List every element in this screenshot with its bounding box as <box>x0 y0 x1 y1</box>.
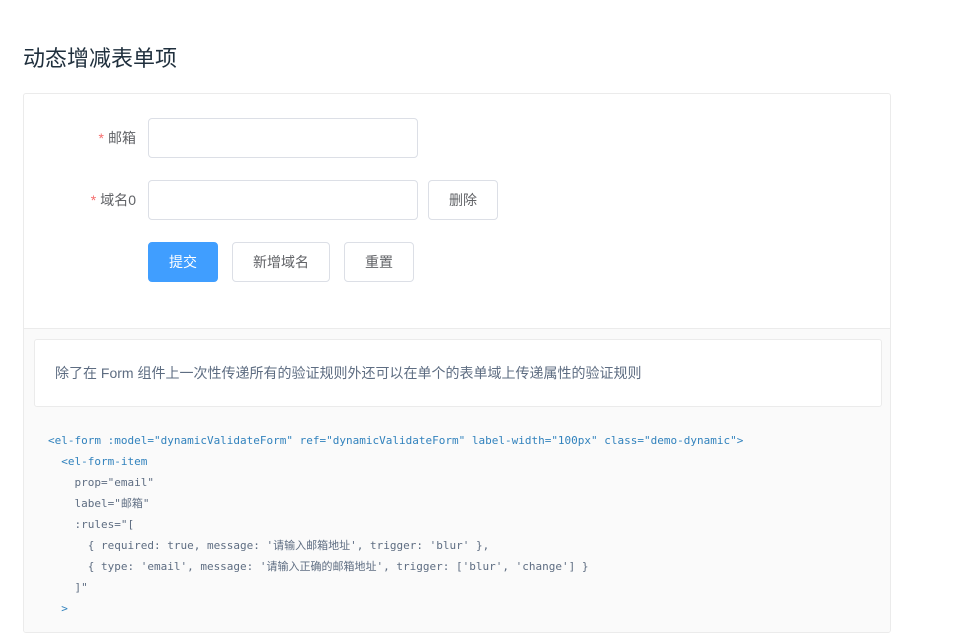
form-actions: 提交 新增域名 重置 <box>24 242 414 282</box>
demo-description: 除了在 Form 组件上一次性传递所有的验证规则外还可以在单个的表单域上传递属性… <box>34 339 882 407</box>
domain-label-text: 域名0 <box>100 192 136 208</box>
email-input[interactable] <box>148 118 418 158</box>
demo-source: * 邮箱 * 域名0 删除 提交 新增域名 重置 <box>24 94 890 329</box>
page-title: 动态增减表单项 <box>23 46 178 71</box>
domain-label: * 域名0 <box>36 180 136 220</box>
delete-domain-button[interactable]: 删除 <box>428 180 498 220</box>
code-line: :rules="[ <box>48 518 135 531</box>
reset-button[interactable]: 重置 <box>344 242 414 282</box>
form-item-domain: * 域名0 删除 <box>24 180 498 220</box>
email-label: * 邮箱 <box>36 118 136 158</box>
code-line: prop="email" <box>48 476 154 489</box>
code-line: ]" <box>48 581 88 594</box>
email-label-text: 邮箱 <box>108 130 136 146</box>
code-line: <el-form :model="dynamicValidateForm" re… <box>48 434 744 447</box>
add-domain-button[interactable]: 新增域名 <box>232 242 330 282</box>
demo-block: * 邮箱 * 域名0 删除 提交 新增域名 重置 除了在 Form 组件上一次性传递… <box>23 93 891 633</box>
submit-button[interactable]: 提交 <box>148 242 218 282</box>
demo-meta: 除了在 Form 组件上一次性传递所有的验证规则外还可以在单个的表单域上传递属性… <box>24 329 890 632</box>
required-mark: * <box>98 130 104 146</box>
code-block: <el-form :model="dynamicValidateForm" re… <box>48 430 743 619</box>
code-line: > <box>48 602 68 615</box>
code-line: { required: true, message: '请输入邮箱地址', tr… <box>48 539 490 552</box>
required-mark: * <box>90 192 97 208</box>
code-line: <el-form-item <box>48 455 148 468</box>
domain-input[interactable] <box>148 180 418 220</box>
code-line: label="邮箱" <box>48 497 150 510</box>
form-item-email: * 邮箱 <box>24 118 418 158</box>
code-line: { type: 'email', message: '请输入正确的邮箱地址', … <box>48 560 589 573</box>
